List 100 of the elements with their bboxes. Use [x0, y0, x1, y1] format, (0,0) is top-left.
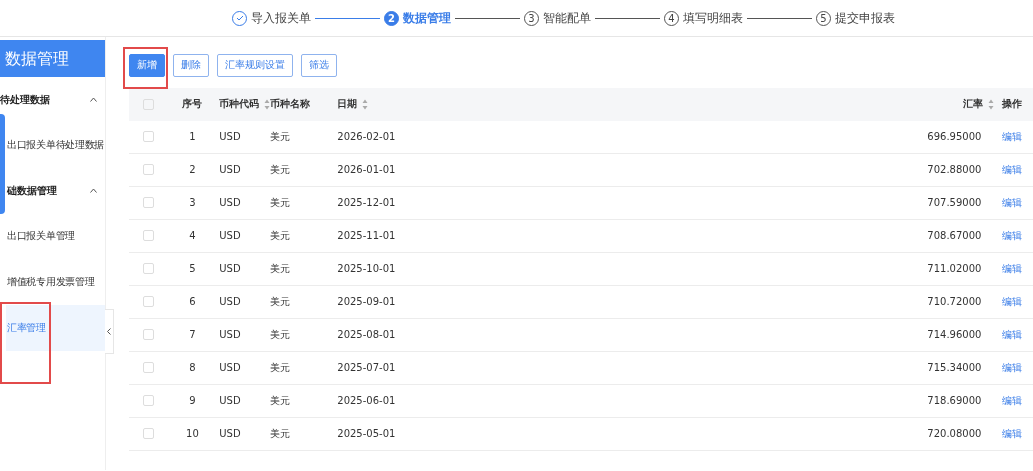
- edit-link[interactable]: 编辑: [1002, 229, 1023, 241]
- step-label: 提交申报表: [835, 9, 895, 27]
- table-cell: 2026-02-01: [337, 131, 396, 142]
- table-cell: 8: [189, 362, 196, 373]
- table-cell: 6: [189, 296, 196, 307]
- edit-link[interactable]: 编辑: [1002, 262, 1023, 274]
- table-cell: 4: [189, 230, 196, 241]
- menu-item[interactable]: 汇率管理: [6, 305, 105, 351]
- table-cell: 2025-11-01: [337, 230, 396, 241]
- table-cell: 2025-07-01: [337, 362, 396, 373]
- edit-link[interactable]: 编辑: [1002, 361, 1023, 373]
- table-cell: 7: [189, 329, 196, 340]
- table-cell: 美元: [270, 262, 291, 274]
- table-cell: 美元: [270, 163, 291, 175]
- column-header: 汇率: [963, 98, 984, 109]
- table-cell: 2: [189, 164, 196, 175]
- column-header: 币种名称: [270, 98, 311, 109]
- table-cell: 10: [186, 428, 199, 439]
- table-cell: USD: [219, 296, 241, 307]
- table-cell: 2025-12-01: [337, 197, 396, 208]
- edit-link[interactable]: 编辑: [1002, 394, 1023, 406]
- table-cell: 715.34000: [927, 362, 982, 373]
- table-cell: USD: [219, 362, 241, 373]
- table-cell: 2025-08-01: [337, 329, 396, 340]
- toolbar-button[interactable]: 删除: [173, 53, 209, 77]
- menu-item[interactable]: 增值税专用发票管理: [6, 259, 105, 305]
- menu-group[interactable]: 待处理数据: [0, 77, 105, 122]
- step-label: 数据管理: [403, 9, 451, 27]
- edit-link[interactable]: 编辑: [1002, 130, 1023, 142]
- step-label: 填写明细表: [683, 9, 743, 27]
- column-header: 序号: [182, 98, 203, 109]
- sort-icon[interactable]: [362, 98, 369, 110]
- menu-group[interactable]: 础数据管理: [6, 168, 105, 213]
- table-cell: 708.67000: [927, 230, 982, 241]
- table-cell: USD: [219, 164, 241, 175]
- group-label: 待处理数据: [0, 92, 50, 107]
- row-checkbox[interactable]: [143, 395, 154, 407]
- row-checkbox[interactable]: [143, 197, 154, 209]
- table-cell: 3: [189, 197, 196, 208]
- table-cell: USD: [219, 230, 241, 241]
- collapse-handle[interactable]: [105, 309, 114, 354]
- edit-link[interactable]: 编辑: [1002, 196, 1023, 208]
- table-cell: USD: [219, 197, 241, 208]
- group-label: 础数据管理: [7, 183, 57, 198]
- step-label: 导入报关单: [251, 9, 311, 27]
- table-cell: 美元: [270, 229, 291, 241]
- row-checkbox[interactable]: [143, 164, 154, 176]
- table-cell: 2025-10-01: [337, 263, 396, 274]
- menu-item[interactable]: 出口报关单管理: [6, 213, 105, 259]
- table-cell: 美元: [270, 196, 291, 208]
- menu-item[interactable]: 出口报关单待处理数据: [6, 122, 105, 168]
- edit-link[interactable]: 编辑: [1002, 163, 1023, 175]
- table-cell: 2025-05-01: [337, 428, 396, 439]
- edit-link[interactable]: 编辑: [1002, 427, 1023, 439]
- table-cell: USD: [219, 428, 241, 439]
- table-cell: USD: [219, 263, 241, 274]
- edit-link[interactable]: 编辑: [1002, 328, 1023, 340]
- table-cell: 5: [189, 263, 196, 274]
- row-checkbox[interactable]: [143, 362, 154, 374]
- row-checkbox[interactable]: [143, 263, 154, 275]
- column-header: 操作: [1002, 98, 1023, 109]
- edit-link[interactable]: 编辑: [1002, 295, 1023, 307]
- toolbar-button[interactable]: 筛选: [301, 53, 337, 77]
- table-cell: USD: [219, 329, 241, 340]
- table-cell: 美元: [270, 394, 291, 406]
- column-header: 币种代码: [219, 98, 260, 109]
- table-cell: 2026-01-01: [337, 164, 396, 175]
- table-cell: 702.88000: [927, 164, 982, 175]
- toolbar-button[interactable]: 新增: [129, 53, 165, 77]
- row-checkbox[interactable]: [143, 230, 154, 242]
- row-checkbox[interactable]: [143, 428, 154, 440]
- table-cell: 720.08000: [927, 428, 982, 439]
- table-cell: 2025-06-01: [337, 395, 396, 406]
- table-cell: 美元: [270, 295, 291, 307]
- table-cell: 711.02000: [927, 263, 982, 274]
- table-cell: 718.69000: [927, 395, 982, 406]
- table-cell: USD: [219, 395, 241, 406]
- table-cell: 美元: [270, 427, 291, 439]
- table-cell: 美元: [270, 361, 291, 373]
- step-label: 智能配单: [543, 9, 591, 27]
- table-cell: 9: [189, 395, 196, 406]
- table-cell: USD: [219, 131, 241, 142]
- table-cell: 1: [189, 131, 196, 142]
- row-checkbox[interactable]: [143, 131, 154, 143]
- row-checkbox[interactable]: [143, 296, 154, 308]
- table-cell: 696.95000: [927, 131, 982, 142]
- table-cell: 美元: [270, 328, 291, 340]
- sidebar-title: 数据管理: [0, 40, 105, 77]
- table-cell: 710.72000: [927, 296, 982, 307]
- chevron-left-icon: [107, 328, 111, 335]
- table-cell: 美元: [270, 130, 291, 142]
- table-cell: 714.96000: [927, 329, 982, 340]
- column-header: 日期: [337, 98, 358, 109]
- toolbar-button[interactable]: 汇率规则设置: [217, 53, 293, 77]
- step-number: 2: [384, 10, 399, 26]
- table-cell: 707.59000: [927, 197, 982, 208]
- floating-tab[interactable]: [0, 114, 5, 214]
- table-cell: 2025-09-01: [337, 296, 396, 307]
- row-checkbox[interactable]: [143, 329, 154, 341]
- select-all-checkbox[interactable]: [143, 98, 154, 110]
